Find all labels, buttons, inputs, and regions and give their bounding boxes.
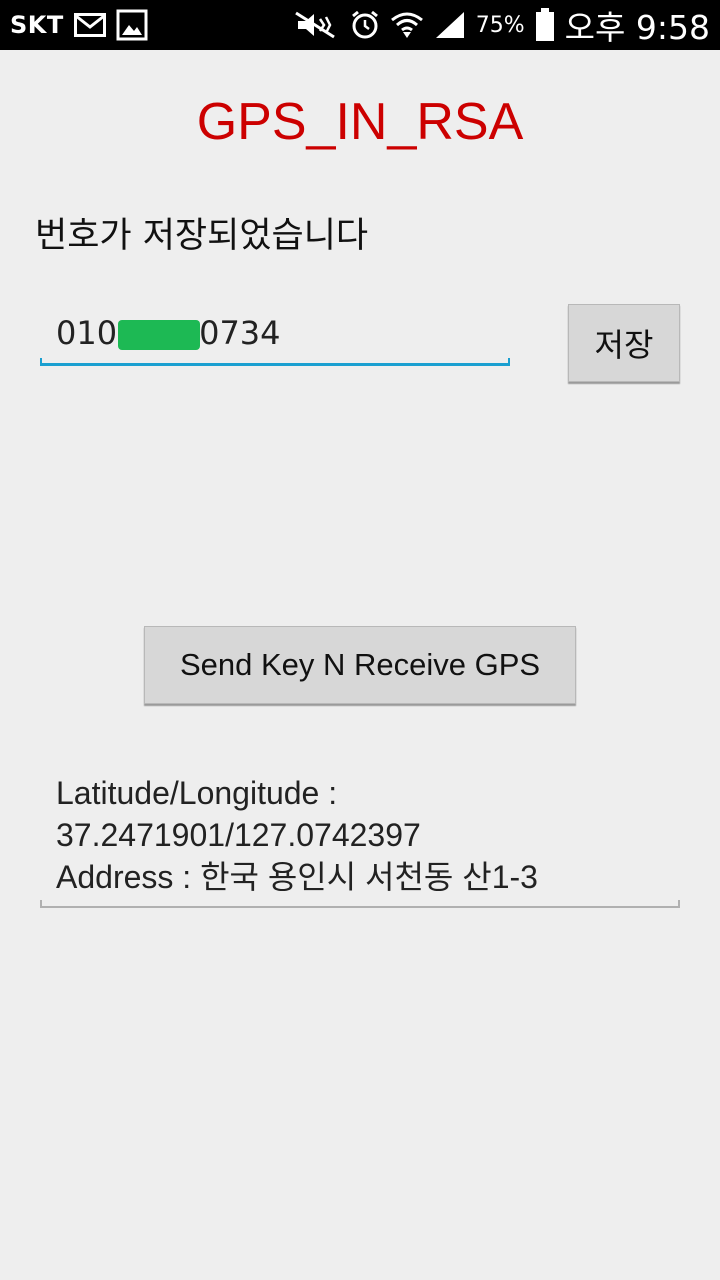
mail-icon [73, 13, 106, 37]
signal-icon [434, 10, 466, 40]
clock: 오후 9:58 [564, 8, 710, 47]
mute-icon [294, 11, 340, 39]
battery-icon [535, 8, 555, 42]
status-bar-left: SKT [10, 9, 148, 41]
app-title: GPS_IN_RSA [196, 93, 524, 151]
redaction-mark [118, 320, 200, 350]
status-bar-right: 75% 오후 9:58 [294, 1, 710, 49]
save-button[interactable]: 저장 [568, 304, 680, 382]
carrier-label: SKT [10, 11, 64, 39]
result-underline [40, 900, 680, 908]
status-bar: SKT 75% 오후 9:58 [0, 0, 720, 50]
gallery-icon [116, 9, 148, 41]
phone-prefix: 010 [56, 314, 118, 352]
status-message: 번호가 저장되었습니다 [35, 216, 369, 256]
address-line: Address : 한국 용인시 서천동 산1-3 [56, 859, 538, 895]
phone-number-input[interactable]: 010 0734 [40, 308, 510, 366]
alarm-icon [350, 10, 380, 40]
battery-percent: 75% [475, 12, 525, 38]
lat-long-label: Latitude/Longitude : [56, 775, 338, 811]
gps-result-field[interactable]: Latitude/Longitude : 37.2471901/127.0742… [40, 770, 680, 908]
lat-long-value: 37.2471901/127.0742397 [56, 817, 421, 853]
send-key-receive-gps-button[interactable]: Send Key N Receive GPS [144, 626, 576, 704]
phone-suffix: 0734 [199, 314, 281, 352]
wifi-icon [390, 10, 424, 40]
gps-result-text: Latitude/Longitude : 37.2471901/127.0742… [56, 772, 656, 898]
input-underline [40, 358, 510, 366]
